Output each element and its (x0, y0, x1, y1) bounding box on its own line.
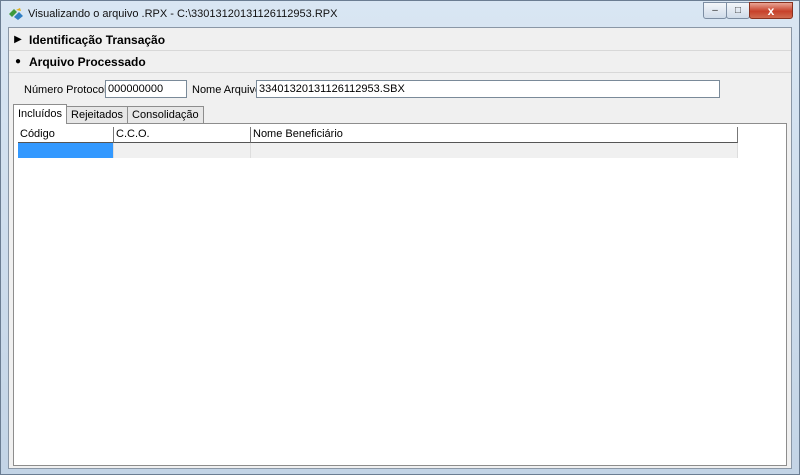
protocol-input[interactable]: 000000000 (105, 80, 187, 98)
close-button[interactable]: x (749, 2, 793, 19)
column-header-cco[interactable]: C.C.O. (114, 127, 251, 143)
tab-strip: Incluídos Rejeitados Consolidação (13, 104, 204, 124)
maximize-icon: □ (734, 5, 742, 16)
file-name-input[interactable]: 33401320131126112953.SBX (256, 80, 720, 98)
tab-incluidos[interactable]: Incluídos (13, 104, 68, 124)
file-name-label: Nome Arquivo (192, 84, 262, 96)
collapsed-triangle-icon: ▶ (14, 34, 22, 45)
maximize-button[interactable]: □ (726, 2, 750, 19)
app-window: Visualizando o arquivo .RPX - C:\3301312… (0, 0, 800, 475)
app-icon (9, 8, 23, 20)
cell-cco[interactable] (114, 143, 251, 158)
section-label: Identificação Transação (29, 32, 166, 47)
grid-header: Código C.C.O. Nome Beneficiário (18, 127, 738, 143)
title-bar[interactable]: Visualizando o arquivo .RPX - C:\3301312… (1, 1, 799, 27)
data-grid[interactable]: Código C.C.O. Nome Beneficiário (18, 127, 738, 158)
window-title: Visualizando o arquivo .RPX - C:\3301312… (28, 8, 338, 20)
section-label: Arquivo Processado (29, 54, 146, 69)
column-header-codigo[interactable]: Código (18, 127, 114, 143)
expanded-bullet-icon: ● (14, 56, 22, 67)
tab-rejeitados[interactable]: Rejeitados (66, 106, 129, 123)
table-row[interactable] (18, 143, 738, 158)
tab-consolidacao[interactable]: Consolidação (127, 106, 204, 123)
protocol-label: Número Protocolo (24, 84, 113, 96)
cell-nome-beneficiario[interactable] (251, 143, 738, 158)
caption-buttons: – □ x (703, 2, 793, 19)
close-icon: x (767, 3, 775, 18)
minimize-icon: – (712, 5, 718, 16)
section-arquivo-processado[interactable]: ● Arquivo Processado (9, 51, 791, 73)
column-header-nome-beneficiario[interactable]: Nome Beneficiário (251, 127, 738, 143)
client-area: ▶ Identificação Transação ● Arquivo Proc… (8, 27, 792, 469)
minimize-button[interactable]: – (703, 2, 727, 19)
cell-codigo[interactable] (18, 143, 114, 158)
tab-panel-incluidos: Código C.C.O. Nome Beneficiário (13, 123, 787, 466)
section-identificacao-transacao[interactable]: ▶ Identificação Transação (9, 29, 791, 51)
